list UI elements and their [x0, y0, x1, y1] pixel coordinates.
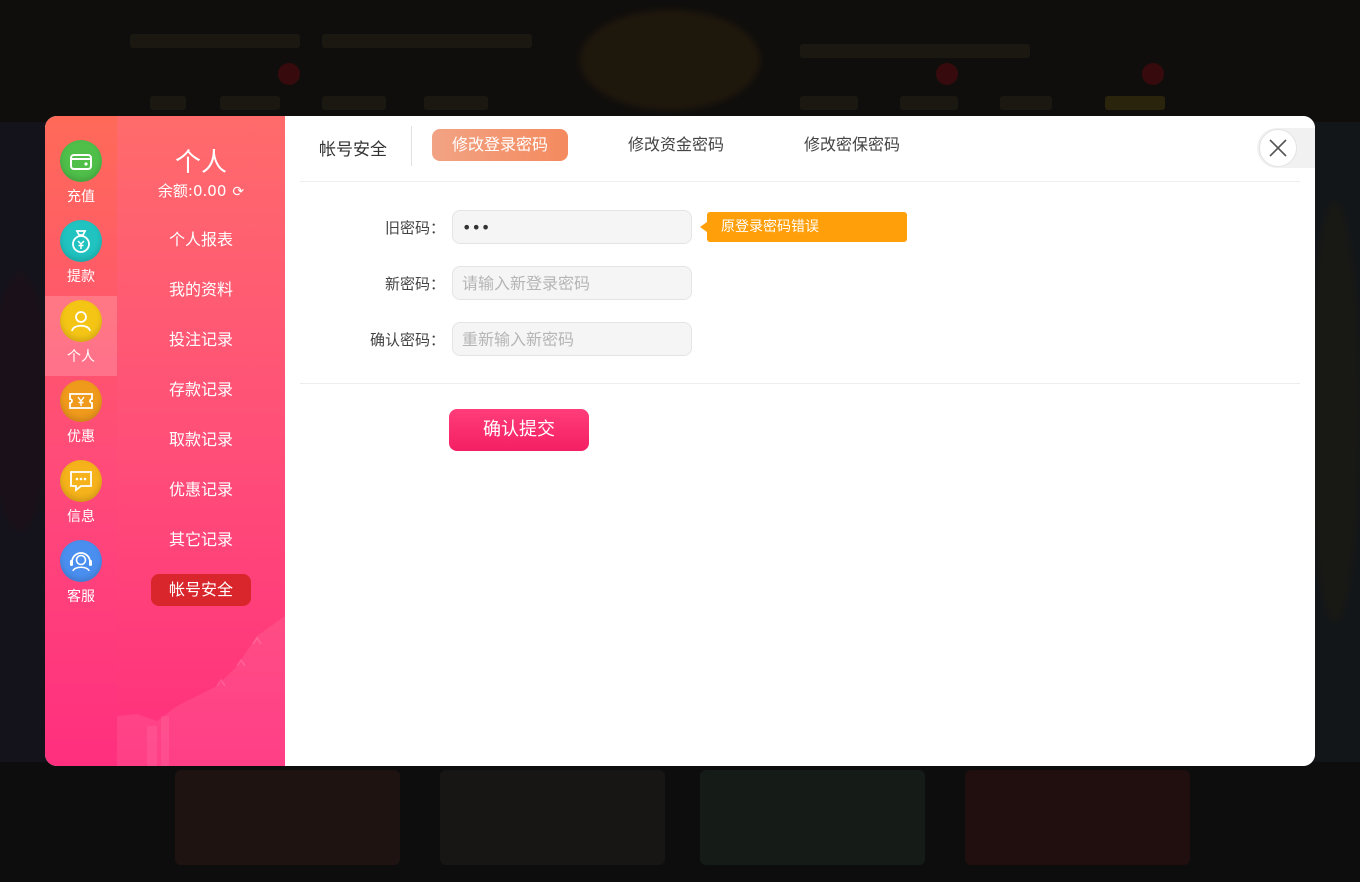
tab-change-login-password[interactable]: 修改登录密码 [432, 129, 568, 161]
content-panel: 帐号安全 修改登录密码 修改资金密码 修改密保密码 旧密码： 原登录密码错误 新… [285, 116, 1315, 766]
money-bag-icon [60, 220, 102, 262]
tab-bar: 帐号安全 修改登录密码 修改资金密码 修改密保密码 [300, 116, 1300, 182]
new-password-label: 新密码： [384, 275, 445, 293]
close-button[interactable] [1257, 128, 1315, 168]
user-icon [60, 300, 102, 342]
coupon-icon [60, 380, 102, 422]
account-modal: 充值 提款 个人 优惠 信息 客服 个人 余额:0.00 ⟳ 个人报表 我的资料… [45, 116, 1315, 766]
rail-label: 充值 [67, 189, 95, 205]
menu-title: 个人 [174, 148, 227, 178]
rail-item-withdraw[interactable]: 提款 [45, 216, 117, 296]
old-password-row: 旧密码： [285, 210, 692, 246]
confirm-password-label: 确认密码： [369, 331, 445, 349]
new-password-input[interactable] [452, 266, 692, 300]
menu-item-my-profile[interactable]: 我的资料 [151, 274, 251, 306]
balance-text: 余额:0.00 [157, 182, 227, 200]
message-icon [60, 460, 102, 502]
tab-change-fund-password[interactable]: 修改资金密码 [608, 129, 744, 161]
menu-item-deposit-records[interactable]: 存款记录 [151, 374, 251, 406]
rail-item-promotions[interactable]: 优惠 [45, 376, 117, 456]
rail-item-messages[interactable]: 信息 [45, 456, 117, 536]
headset-icon [60, 540, 102, 582]
section-title: 帐号安全 [319, 140, 387, 160]
submit-button[interactable]: 确认提交 [449, 409, 589, 451]
rail-label: 客服 [67, 589, 95, 605]
new-password-row: 新密码： [285, 266, 692, 302]
menu-item-bet-records[interactable]: 投注记录 [151, 324, 251, 356]
menu-item-personal-report[interactable]: 个人报表 [151, 224, 251, 256]
great-wall-illustration [117, 616, 285, 766]
confirm-password-input[interactable] [452, 322, 692, 356]
icon-rail: 充值 提款 个人 优惠 信息 客服 [45, 116, 117, 766]
confirm-password-row: 确认密码： [285, 322, 692, 358]
wallet-icon [60, 140, 102, 182]
rail-label: 个人 [67, 349, 95, 365]
rail-label: 信息 [67, 509, 95, 525]
close-icon [1259, 129, 1297, 167]
rail-label: 优惠 [67, 429, 95, 445]
menu-item-promo-records[interactable]: 优惠记录 [151, 474, 251, 506]
refresh-icon[interactable]: ⟳ [232, 184, 244, 200]
old-password-label: 旧密码： [384, 219, 445, 237]
tab-change-security-password[interactable]: 修改密保密码 [784, 129, 920, 161]
rail-item-personal[interactable]: 个人 [45, 296, 117, 376]
rail-item-support[interactable]: 客服 [45, 536, 117, 616]
rail-item-deposit[interactable]: 充值 [45, 136, 117, 216]
menu-item-other-records[interactable]: 其它记录 [151, 524, 251, 556]
tab-divider [411, 126, 412, 166]
form-divider [300, 383, 1300, 384]
balance-display: 余额:0.00 ⟳ [117, 180, 285, 201]
rail-label: 提款 [67, 269, 95, 285]
personal-menu: 个人 余额:0.00 ⟳ 个人报表 我的资料 投注记录 存款记录 取款记录 优惠记… [117, 116, 285, 766]
menu-item-withdraw-records[interactable]: 取款记录 [151, 424, 251, 456]
old-password-input[interactable] [452, 210, 692, 244]
error-tooltip: 原登录密码错误 [700, 212, 907, 242]
